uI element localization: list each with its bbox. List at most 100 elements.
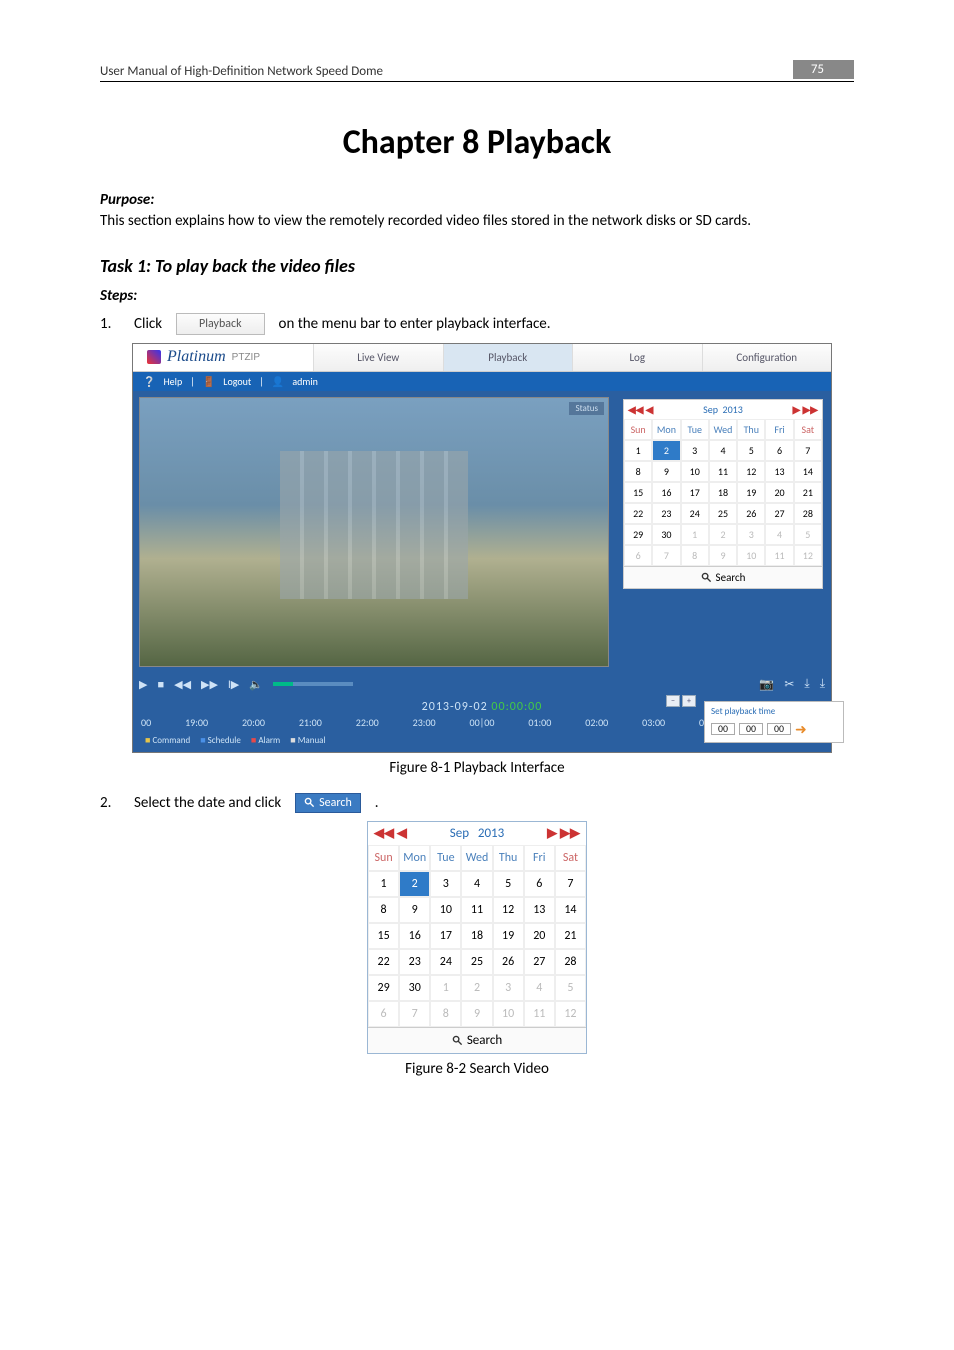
cal-day[interactable]: 24 (681, 503, 709, 524)
cal-day[interactable]: 23 (652, 503, 680, 524)
cal-day[interactable]: 9 (399, 897, 430, 923)
cal-day[interactable]: 4 (709, 440, 737, 461)
cal-day[interactable]: 15 (368, 923, 399, 949)
cal-day[interactable]: 29 (624, 524, 652, 545)
download-all-button[interactable]: ⤓ (820, 677, 825, 692)
cal-day[interactable]: 13 (524, 897, 555, 923)
cal-day[interactable]: 16 (652, 482, 680, 503)
cal-day[interactable]: 12 (737, 461, 765, 482)
cal-day-next-month[interactable]: 3 (493, 975, 524, 1001)
cal-day[interactable]: 20 (524, 923, 555, 949)
cal-day[interactable]: 19 (493, 923, 524, 949)
cal-day[interactable]: 10 (430, 897, 461, 923)
cal-day-selected[interactable]: 2 (652, 440, 680, 461)
cal-day[interactable]: 3 (430, 871, 461, 897)
cal-day[interactable]: 30 (399, 975, 430, 1001)
snapshot-button[interactable]: 📷 (759, 677, 774, 692)
cal-day[interactable]: 12 (493, 897, 524, 923)
cal-day-next-month[interactable]: 6 (624, 545, 652, 566)
cal-day[interactable]: 11 (709, 461, 737, 482)
video-playback-area[interactable]: Status (139, 397, 609, 667)
cal-day[interactable]: 7 (794, 440, 822, 461)
cal-day[interactable]: 28 (794, 503, 822, 524)
cal-day-next-month[interactable]: 7 (399, 1001, 430, 1027)
cal-day[interactable]: 1 (368, 871, 399, 897)
cal-day-next-month[interactable]: 3 (737, 524, 765, 545)
cal-day[interactable]: 14 (555, 897, 586, 923)
cal-day[interactable]: 27 (765, 503, 793, 524)
cal-day[interactable]: 24 (430, 949, 461, 975)
calendar-search-button[interactable]: Search (368, 1027, 586, 1053)
cal-day-next-month[interactable]: 7 (652, 545, 680, 566)
cal-day-next-month[interactable]: 1 (430, 975, 461, 1001)
cal-day-next-month[interactable]: 2 (709, 524, 737, 545)
forward-button[interactable]: ▶▶ (201, 678, 218, 691)
cal-day[interactable]: 25 (709, 503, 737, 524)
rewind-button[interactable]: ◀◀ (174, 678, 191, 691)
cal-day-next-month[interactable]: 1 (681, 524, 709, 545)
download-button[interactable]: ⤓ (804, 677, 809, 692)
tab-log[interactable]: Log (572, 344, 702, 371)
cal-day-next-month[interactable]: 9 (461, 1001, 492, 1027)
cal-day-next-month[interactable]: 2 (461, 975, 492, 1001)
go-to-time-button[interactable]: ➜ (795, 721, 807, 738)
play-button[interactable]: ▶ (139, 678, 147, 691)
zoom-out-button[interactable]: − (666, 695, 680, 707)
cal-day-next-month[interactable]: 4 (524, 975, 555, 1001)
cal-day[interactable]: 15 (624, 482, 652, 503)
cal-day[interactable]: 26 (493, 949, 524, 975)
cal-day-next-month[interactable]: 6 (368, 1001, 399, 1027)
cal-day-selected[interactable]: 2 (399, 871, 430, 897)
cal-day[interactable]: 13 (765, 461, 793, 482)
cal-day[interactable]: 3 (681, 440, 709, 461)
help-link[interactable]: Help (163, 375, 182, 388)
set-mm-input[interactable] (739, 723, 763, 735)
cal-day[interactable]: 6 (765, 440, 793, 461)
cal-day-next-month[interactable]: 8 (430, 1001, 461, 1027)
cal-day[interactable]: 25 (461, 949, 492, 975)
set-ss-input[interactable] (767, 723, 791, 735)
cal-day-next-month[interactable]: 8 (681, 545, 709, 566)
cal-prev[interactable]: ◀◀ ◀ (374, 826, 407, 841)
set-hh-input[interactable] (711, 723, 735, 735)
cal-next[interactable]: ▶ ▶▶ (547, 826, 580, 841)
search-button-inline[interactable]: Search (295, 793, 361, 813)
playback-menu-button[interactable]: Playback (176, 313, 265, 335)
step-button[interactable]: I▶ (228, 678, 239, 691)
zoom-in-button[interactable]: + (682, 695, 696, 707)
cal-day[interactable]: 6 (524, 871, 555, 897)
cal-prev[interactable]: ◀◀ ◀ (628, 403, 653, 416)
tab-playback[interactable]: Playback (443, 344, 573, 371)
cal-day[interactable]: 20 (765, 482, 793, 503)
logout-link[interactable]: Logout (223, 375, 251, 388)
cal-day[interactable]: 19 (737, 482, 765, 503)
cal-next[interactable]: ▶ ▶▶ (793, 403, 818, 416)
cal-day[interactable]: 29 (368, 975, 399, 1001)
cal-day[interactable]: 17 (681, 482, 709, 503)
cal-day[interactable]: 4 (461, 871, 492, 897)
cal-day[interactable]: 30 (652, 524, 680, 545)
cal-day[interactable]: 18 (709, 482, 737, 503)
cal-day[interactable]: 26 (737, 503, 765, 524)
cal-day[interactable]: 28 (555, 949, 586, 975)
cal-day-next-month[interactable]: 4 (765, 524, 793, 545)
cal-day[interactable]: 22 (368, 949, 399, 975)
cal-day[interactable]: 14 (794, 461, 822, 482)
cal-day[interactable]: 8 (368, 897, 399, 923)
volume-button[interactable]: 🔈 (249, 678, 263, 691)
cal-day[interactable]: 11 (461, 897, 492, 923)
volume-slider[interactable] (273, 682, 353, 686)
cal-day-next-month[interactable]: 10 (493, 1001, 524, 1027)
stop-button[interactable]: ■ (157, 678, 164, 691)
cal-day[interactable]: 17 (430, 923, 461, 949)
cal-day-next-month[interactable]: 12 (794, 545, 822, 566)
cal-day[interactable]: 21 (555, 923, 586, 949)
cal-day[interactable]: 7 (555, 871, 586, 897)
cal-day[interactable]: 5 (737, 440, 765, 461)
cal-day[interactable]: 10 (681, 461, 709, 482)
cal-day[interactable]: 23 (399, 949, 430, 975)
cal-day[interactable]: 1 (624, 440, 652, 461)
cal-day[interactable]: 16 (399, 923, 430, 949)
cal-day[interactable]: 8 (624, 461, 652, 482)
cal-day-next-month[interactable]: 5 (794, 524, 822, 545)
